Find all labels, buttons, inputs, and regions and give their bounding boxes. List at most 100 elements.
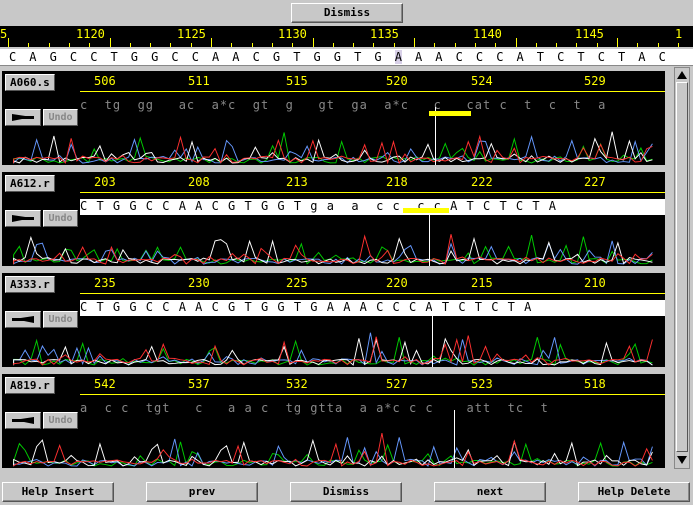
undo-button[interactable]: Undo <box>43 109 78 126</box>
ruler-tick <box>191 43 192 47</box>
undo-button[interactable]: Undo <box>43 412 78 429</box>
ruler-tick <box>658 43 659 47</box>
consensus-base: G <box>374 50 382 64</box>
read-panel[interactable]: 235 230 225 220 215 210 C T G G C C A A C G T … <box>0 271 667 369</box>
ruler-tick <box>434 43 435 47</box>
consensus-base: C <box>557 50 565 64</box>
ruler-label: 1120 <box>76 27 105 41</box>
consensus-base: C <box>171 50 179 64</box>
panel-position-label: 527 <box>386 377 408 391</box>
consensus-base: G <box>272 50 281 64</box>
ruler-tick <box>170 43 171 47</box>
panel-position-label: 515 <box>286 74 308 88</box>
read-name-button[interactable]: A333.r <box>5 276 55 293</box>
panel-position-label: 532 <box>286 377 308 391</box>
undo-button[interactable]: Undo <box>43 210 78 227</box>
selection-highlight <box>403 208 449 213</box>
vertical-scrollbar[interactable] <box>674 67 690 469</box>
ruler-label: 1130 <box>278 27 307 41</box>
ruler-label: 1145 <box>575 27 604 41</box>
help-delete-button[interactable]: Help Delete <box>578 482 690 502</box>
consensus-base: A <box>212 50 220 64</box>
panel-position-label: 523 <box>471 377 493 391</box>
dismiss-button-top[interactable]: Dismiss <box>291 3 403 23</box>
consensus-base: G <box>151 50 159 64</box>
panel-position-label: 235 <box>94 276 116 290</box>
consensus-base: A <box>394 50 402 64</box>
ruler-tick <box>231 43 232 47</box>
ruler-label: 1140 <box>473 27 502 41</box>
panel-position-label: 506 <box>94 74 116 88</box>
consensus-base: C <box>658 50 666 64</box>
consensus-base: G <box>333 50 342 64</box>
panel-position-label: 518 <box>584 377 606 391</box>
ruler-tick <box>313 38 314 47</box>
consensus-base: A <box>232 50 240 64</box>
scrollbar-thumb[interactable] <box>676 82 688 452</box>
consensus-base: T <box>536 50 545 64</box>
panel-position-label: 213 <box>286 175 308 189</box>
prev-button[interactable]: prev <box>146 482 258 502</box>
edit-cursor <box>429 208 430 266</box>
ruler-tick <box>150 43 151 47</box>
ruler-tick <box>455 43 456 47</box>
undo-button[interactable]: Undo <box>43 311 78 328</box>
reverse-strand-icon[interactable] <box>5 412 41 429</box>
read-panel[interactable]: 203 208 213 218 222 227 C T G G C C A A C G T … <box>0 170 667 268</box>
panel-position-label: 529 <box>584 74 606 88</box>
help-insert-button[interactable]: Help Insert <box>2 482 114 502</box>
panel-ruler <box>80 394 665 395</box>
panel-position-label: 524 <box>471 74 493 88</box>
forward-strand-icon[interactable] <box>5 210 41 227</box>
scroll-up-icon[interactable] <box>675 68 689 82</box>
position-ruler: 5 1120 1125 1130 1135 1140 1145 1 <box>0 26 693 47</box>
ruler-tick <box>373 43 374 47</box>
read-panel[interactable]: 506 511 515 520 524 529 c tg gg ac a*c gt g gt… <box>0 69 667 167</box>
consensus-base: C <box>90 50 98 64</box>
consensus-base: C <box>597 50 605 64</box>
consensus-base: C <box>455 50 463 64</box>
ruler-tick <box>597 43 598 47</box>
read-name-button[interactable]: A612.r <box>5 175 55 192</box>
panel-position-label: 215 <box>471 276 493 290</box>
trace-line <box>13 234 653 265</box>
consensus-base: T <box>293 50 301 64</box>
panel-position-label: 520 <box>386 74 408 88</box>
panel-position-label: 511 <box>188 74 210 88</box>
consensus-base: C <box>496 50 504 64</box>
ruler-tick <box>89 43 90 47</box>
scroll-down-icon[interactable] <box>675 453 689 467</box>
ruler-tick <box>475 43 476 47</box>
ruler-tick <box>414 38 415 47</box>
consensus-base: C <box>9 50 17 64</box>
ruler-tick <box>394 43 395 47</box>
panel-position-label: 225 <box>286 276 308 290</box>
forward-strand-icon[interactable] <box>5 109 41 126</box>
consensus-base: T <box>110 50 118 64</box>
read-name-button[interactable]: A060.s <box>5 74 55 91</box>
consensus-base: A <box>638 50 646 64</box>
read-name-button[interactable]: A819.r <box>5 377 55 394</box>
trace-line <box>13 134 653 165</box>
ruler-label: 5 <box>0 27 8 41</box>
reverse-strand-icon[interactable] <box>5 311 41 328</box>
dismiss-button[interactable]: Dismiss <box>290 482 402 502</box>
read-bases: C T G G C C A A C G T G G T G A A A C C … <box>80 300 665 316</box>
ruler-tick <box>678 43 679 47</box>
ruler-label: 1135 <box>370 27 399 41</box>
ruler-tick <box>536 43 537 47</box>
consensus-base: G <box>130 50 139 64</box>
ruler-label: 1 <box>675 27 683 41</box>
panel-position-label: 203 <box>94 175 116 189</box>
panel-position-label: 222 <box>471 175 493 189</box>
ruler-tick <box>617 38 618 47</box>
edit-cursor <box>454 410 455 468</box>
consensus-base: C <box>252 50 260 64</box>
ruler-tick <box>110 38 111 47</box>
trace-line <box>13 235 653 265</box>
read-panel[interactable]: 542 537 532 527 523 518 a c c tgt c a a c tg g… <box>0 372 667 470</box>
next-button[interactable]: next <box>434 482 546 502</box>
read-bases: c tg gg ac a*c gt g gt ga a*c c cat c t … <box>80 98 607 112</box>
panel-position-label: 218 <box>386 175 408 189</box>
ruler-tick <box>8 38 9 47</box>
